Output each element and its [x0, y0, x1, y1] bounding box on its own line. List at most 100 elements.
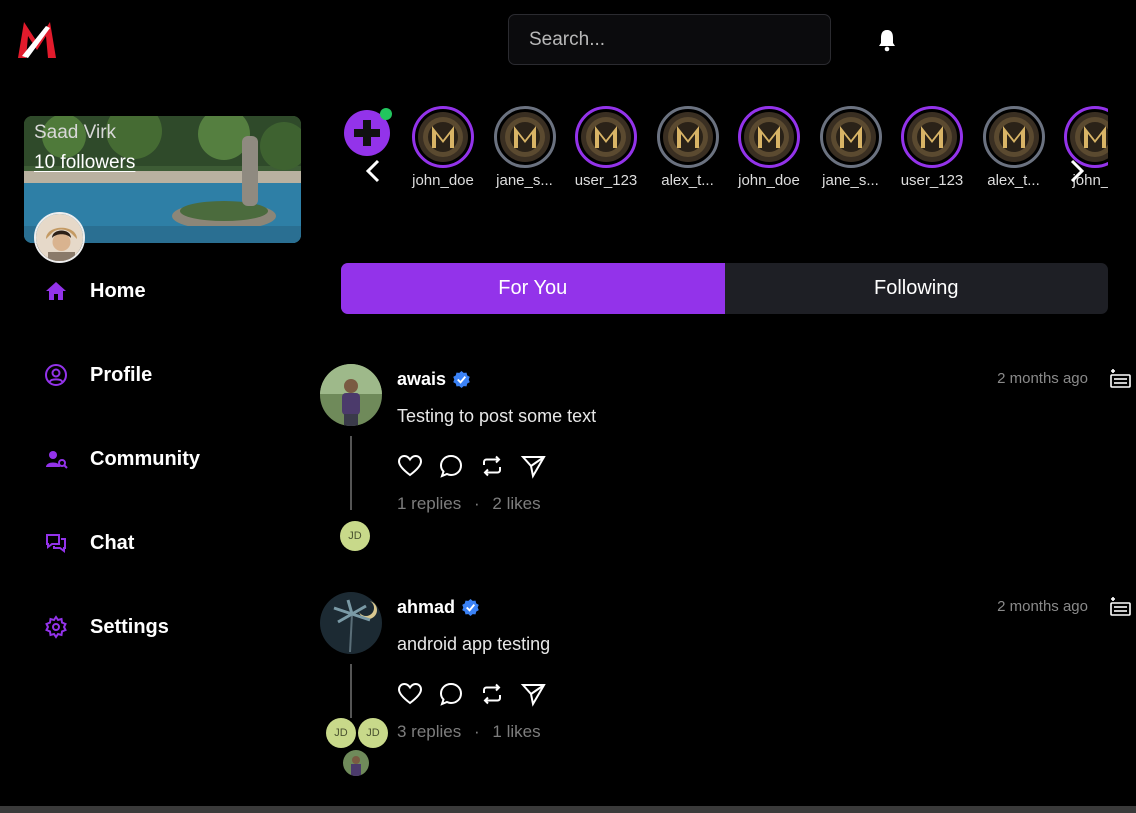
- nav-item-profile[interactable]: Profile: [44, 357, 264, 393]
- like-heart-icon[interactable]: [397, 453, 423, 479]
- bell-icon[interactable]: [876, 28, 898, 52]
- share-send-icon[interactable]: [520, 453, 546, 479]
- share-send-icon[interactable]: [520, 681, 546, 707]
- tab-for-you[interactable]: For You: [341, 263, 725, 314]
- likes-count[interactable]: 1 likes: [492, 722, 540, 741]
- story-avatar: [825, 112, 876, 162]
- nav-item-chat[interactable]: Chat: [44, 525, 264, 561]
- story-avatar-ring: [493, 106, 556, 168]
- story-username: jane_s...: [496, 172, 553, 189]
- post-author-name: awais: [397, 369, 447, 389]
- story-item[interactable]: user_123: [571, 106, 641, 189]
- search-bar[interactable]: [508, 14, 831, 65]
- post-author-avatar[interactable]: [320, 364, 382, 426]
- post-author[interactable]: awais: [397, 369, 471, 390]
- stories-prev-arrow[interactable]: [364, 158, 382, 184]
- bottom-scrollbar[interactable]: [0, 806, 1136, 813]
- story-item[interactable]: john_doe: [734, 106, 804, 189]
- followers-count-link[interactable]: 10 followers: [34, 152, 135, 174]
- story-avatar-ring: [412, 106, 474, 168]
- story-avatar: [744, 112, 794, 162]
- thread-line: [350, 664, 352, 718]
- story-item[interactable]: alex_t...: [979, 106, 1049, 189]
- comment-icon[interactable]: [438, 453, 464, 479]
- post-timestamp: 2 months ago: [997, 598, 1088, 615]
- post-author-name: ahmad: [397, 597, 456, 617]
- search-input[interactable]: [529, 28, 830, 51]
- post-actions: [397, 453, 546, 479]
- like-heart-icon[interactable]: [397, 681, 423, 707]
- story-avatar-ring: [819, 106, 882, 168]
- stories-carousel: john_doe jane_s... user_123 alex_t... john_d…: [340, 104, 1108, 194]
- post-author-avatar[interactable]: [320, 592, 382, 654]
- story-avatar: [988, 112, 1039, 162]
- reply-avatar-image: [343, 750, 369, 776]
- repost-icon[interactable]: [479, 453, 505, 479]
- nav-item-home[interactable]: Home: [44, 273, 264, 309]
- thread-line: [350, 436, 352, 510]
- story-avatar: [581, 112, 631, 162]
- app-logo[interactable]: [16, 18, 58, 60]
- story-item[interactable]: jane_s...: [816, 106, 886, 189]
- story-avatar-ring: [575, 106, 637, 168]
- chat-bubbles-icon: [46, 534, 66, 553]
- comment-icon[interactable]: [438, 681, 464, 707]
- story-avatar: [662, 112, 713, 162]
- story-avatar-ring: [901, 106, 963, 168]
- home-icon: [46, 282, 66, 300]
- story-item[interactable]: user_123: [897, 106, 967, 189]
- post-stats: 3 replies · 1 likes: [397, 722, 541, 742]
- post-author[interactable]: ahmad: [397, 597, 480, 618]
- story-username: alex_t...: [987, 172, 1040, 189]
- post-options-icon[interactable]: [1108, 366, 1132, 390]
- nav-item-community[interactable]: Community: [44, 441, 264, 477]
- replies-count[interactable]: 1 replies: [397, 494, 461, 513]
- feed-tabs: For You Following: [341, 263, 1108, 314]
- add-story-button[interactable]: [342, 106, 392, 156]
- stats-separator: ·: [474, 722, 480, 741]
- post-options-icon[interactable]: [1108, 594, 1132, 618]
- user-circle-icon: [45, 364, 67, 386]
- story-username: john_doe: [412, 172, 474, 189]
- story-item[interactable]: alex_t...: [653, 106, 723, 189]
- nav-label: Chat: [90, 531, 135, 554]
- nav-item-settings[interactable]: Settings: [44, 609, 264, 645]
- profile-avatar[interactable]: [34, 212, 85, 263]
- verified-badge-icon: [462, 598, 479, 617]
- story-username: user_123: [574, 172, 638, 189]
- repost-icon[interactable]: [479, 681, 505, 707]
- reply-avatar: JD: [326, 718, 356, 748]
- user-search-icon: [46, 451, 68, 469]
- verified-badge-icon: [453, 370, 470, 389]
- replies-count[interactable]: 3 replies: [397, 722, 461, 741]
- reply-avatar: JD: [358, 718, 388, 748]
- story-username: alex_t...: [661, 172, 714, 189]
- story-item[interactable]: john_doe: [408, 106, 478, 189]
- post-card: awais 2 months ago Testing to post some …: [320, 364, 1132, 554]
- nav-label: Settings: [90, 615, 169, 638]
- story-username: user_123: [900, 172, 964, 189]
- story-avatar-ring: [738, 106, 800, 168]
- story-avatar-ring: [656, 106, 719, 168]
- story-username: jane_s...: [822, 172, 879, 189]
- gear-icon: [45, 615, 67, 639]
- story-avatar: [499, 112, 550, 162]
- story-avatar: [907, 112, 957, 162]
- stories-next-arrow[interactable]: [1068, 158, 1086, 184]
- tab-following[interactable]: Following: [725, 263, 1109, 314]
- profile-name: Saad Virk: [34, 122, 117, 143]
- story-item[interactable]: jane_s...: [490, 106, 560, 189]
- post-stats: 1 replies · 2 likes: [397, 494, 541, 514]
- post-card: ahmad 2 months ago android app testing 3…: [320, 592, 1132, 782]
- nav-label: Profile: [90, 363, 153, 386]
- nav-label: Home: [90, 279, 146, 302]
- post-actions: [397, 681, 546, 707]
- post-text: Testing to post some text: [397, 406, 597, 426]
- story-avatar: [1070, 112, 1108, 162]
- likes-count[interactable]: 2 likes: [492, 494, 540, 513]
- story-avatar-ring: [982, 106, 1045, 168]
- story-avatar: [418, 112, 468, 162]
- reply-avatar: JD: [340, 521, 370, 551]
- post-text: android app testing: [397, 634, 551, 654]
- post-timestamp: 2 months ago: [997, 370, 1088, 387]
